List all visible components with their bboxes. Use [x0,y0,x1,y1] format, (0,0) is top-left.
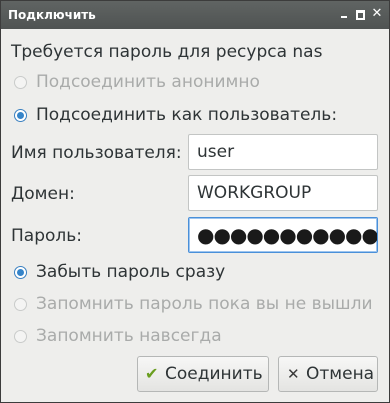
forget-password-label[interactable]: Забыть пароль сразу [36,261,225,283]
cancel-button-label: Отмена [306,364,375,384]
connect-as-user-label[interactable]: Подсоединить как пользователь: [36,104,337,126]
maximize-icon[interactable] [353,6,367,22]
username-label: Имя пользователя: [11,143,182,163]
connect-button[interactable]: ✔ Соединить [137,356,269,392]
cancel-button[interactable]: ✕ Отмена [278,356,378,392]
checkmark-icon: ✔ [145,364,159,383]
connect-button-label: Соединить [165,364,263,384]
password-required-prompt: Требуется пароль для ресурса nas [11,42,323,62]
password-label: Пароль: [11,226,83,246]
username-input[interactable]: user [188,134,378,170]
domain-label: Домен: [11,184,75,204]
connect-as-user-radio[interactable] [14,109,27,122]
password-masked-value: ●●●●●●●●●●● [197,223,378,247]
connect-anonymous-radio [14,76,27,89]
username-value: user [197,142,235,162]
minimize-icon[interactable] [337,6,351,22]
remember-forever-label: Запомнить навсегда [36,326,222,346]
remember-forever-radio [14,330,27,343]
titlebar[interactable]: Подключить ✕ [1,1,389,29]
remember-session-label: Запомнить пароль пока вы не вышли [36,294,373,314]
domain-input[interactable]: WORKGROUP [188,175,378,211]
x-icon: ✕ [287,365,300,383]
forget-password-radio[interactable] [14,266,27,279]
remember-session-radio [14,298,27,311]
close-icon[interactable]: ✕ [370,6,384,22]
window-title: Подключить [8,8,96,22]
connect-dialog: Подключить ✕ Требуется пароль для ресурс… [0,0,390,403]
domain-value: WORKGROUP [197,183,312,203]
connect-anonymous-label: Подсоединить анонимно [36,72,260,92]
password-input[interactable]: ●●●●●●●●●●● [188,217,378,253]
